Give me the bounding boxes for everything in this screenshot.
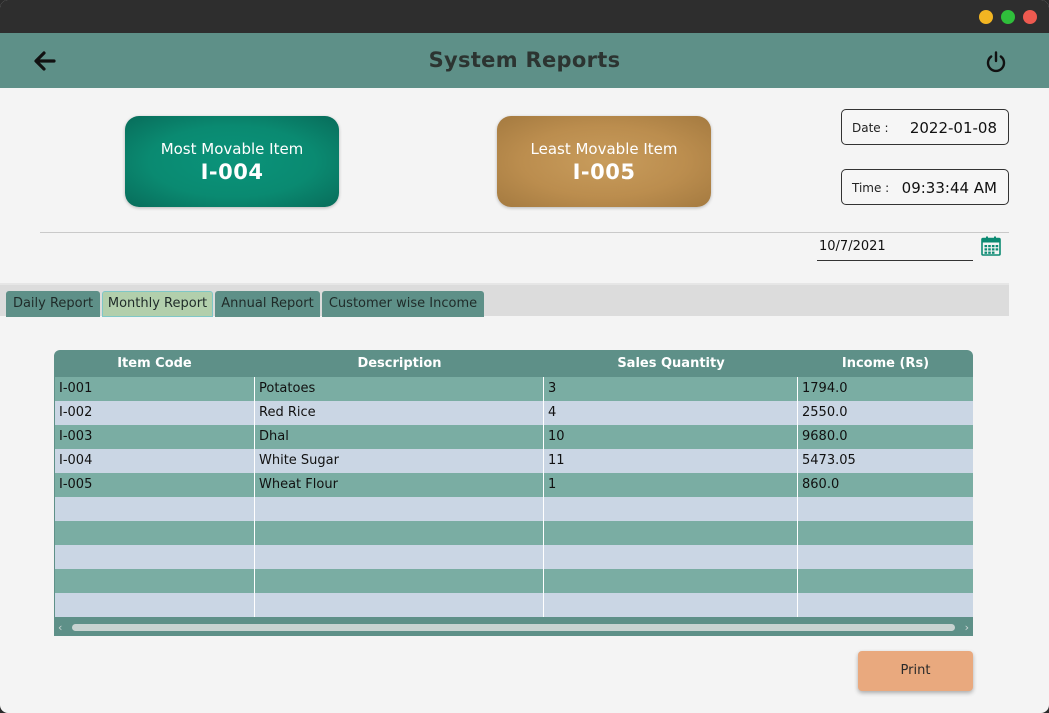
close-button[interactable] bbox=[1023, 10, 1037, 24]
most-movable-label: Most Movable Item bbox=[160, 140, 304, 158]
table-cell: I-004 bbox=[55, 449, 255, 473]
print-button[interactable]: Print bbox=[858, 651, 973, 691]
time-value: 09:33:44 AM bbox=[901, 179, 997, 197]
table-cell bbox=[255, 521, 544, 545]
table-cell bbox=[798, 521, 973, 545]
date-label: Date : bbox=[852, 121, 889, 135]
table-row[interactable] bbox=[55, 569, 973, 593]
table-cell bbox=[55, 497, 255, 521]
table-cell: Red Rice bbox=[255, 401, 544, 425]
least-movable-card: Least Movable Item I-005 bbox=[497, 116, 711, 207]
minimize-button[interactable] bbox=[979, 10, 993, 24]
column-header-description[interactable]: Description bbox=[255, 350, 544, 376]
date-value: 2022-01-08 bbox=[909, 119, 997, 137]
table-row[interactable]: I-004 White Sugar 11 5473.05 bbox=[55, 449, 973, 473]
app-window: System Reports Most Movable Item I-004 L… bbox=[0, 0, 1049, 713]
title-bar bbox=[0, 0, 1049, 33]
tab-monthly-report[interactable]: Monthly Report bbox=[102, 291, 213, 317]
table-cell bbox=[544, 497, 798, 521]
table-row[interactable] bbox=[55, 593, 973, 617]
page-title: System Reports bbox=[428, 48, 621, 72]
table-cell: 5473.05 bbox=[802, 453, 856, 468]
table-cell bbox=[798, 545, 973, 569]
column-header-item-code[interactable]: Item Code bbox=[54, 350, 255, 376]
table-cell: Potatoes bbox=[255, 377, 544, 401]
most-movable-value: I-004 bbox=[200, 160, 264, 184]
table-cell bbox=[544, 545, 798, 569]
date-box: Date : 2022-01-08 bbox=[841, 109, 1009, 145]
header-bar: System Reports bbox=[0, 33, 1049, 88]
table-cell bbox=[544, 521, 798, 545]
column-header-income[interactable]: Income (Rs) bbox=[798, 350, 973, 376]
table-cell: I-005 bbox=[55, 473, 255, 497]
report-table: Item Code Description Sales Quantity Inc… bbox=[54, 350, 973, 636]
table-row[interactable] bbox=[55, 545, 973, 569]
table-cell bbox=[544, 593, 798, 617]
table-cell: I-001 bbox=[55, 377, 255, 401]
table-cell: Dhal bbox=[255, 425, 544, 449]
tab-customer-wise-income[interactable]: Customer wise Income bbox=[322, 291, 484, 317]
table-cell bbox=[255, 569, 544, 593]
least-movable-label: Least Movable Item bbox=[530, 140, 678, 158]
table-cell bbox=[55, 569, 255, 593]
table-row[interactable] bbox=[55, 497, 973, 521]
scroll-right-icon[interactable]: › bbox=[965, 621, 969, 634]
scrollbar-thumb[interactable] bbox=[72, 624, 955, 631]
horizontal-scrollbar[interactable]: ‹ › bbox=[54, 619, 973, 636]
table-cell: Wheat Flour bbox=[255, 473, 544, 497]
table-row[interactable]: I-002 Red Rice 4 2550.0 bbox=[55, 401, 973, 425]
least-movable-value: I-005 bbox=[572, 160, 636, 184]
table-cell bbox=[255, 593, 544, 617]
table-cell bbox=[255, 497, 544, 521]
table-cell: 4 bbox=[544, 401, 798, 425]
calendar-icon bbox=[981, 236, 1001, 256]
column-header-sales-quantity[interactable]: Sales Quantity bbox=[544, 350, 798, 376]
table-cell bbox=[798, 569, 973, 593]
scroll-left-icon[interactable]: ‹ bbox=[58, 621, 62, 634]
table-header: Item Code Description Sales Quantity Inc… bbox=[54, 350, 973, 376]
date-picker-button[interactable] bbox=[981, 236, 1001, 256]
table-cell: 2550.0 bbox=[802, 405, 848, 420]
table-cell: 9680.0 bbox=[802, 429, 848, 444]
power-icon bbox=[986, 51, 1006, 73]
table-cell: 3 bbox=[544, 377, 798, 401]
table-cell bbox=[798, 593, 973, 617]
table-row[interactable] bbox=[55, 521, 973, 545]
table-cell: I-003 bbox=[55, 425, 255, 449]
logout-button[interactable] bbox=[984, 50, 1008, 74]
table-cell bbox=[55, 545, 255, 569]
table-row[interactable]: I-003 Dhal 10 9680.0 bbox=[55, 425, 973, 449]
table-cell: 11 bbox=[544, 449, 798, 473]
table-body: I-001 Potatoes 3 1794.0 I-002 Red Rice 4 2550.0… bbox=[55, 377, 973, 617]
table-cell: 10 bbox=[544, 425, 798, 449]
report-tabs: Daily Report Monthly Report Annual Repor… bbox=[0, 283, 1009, 317]
divider bbox=[40, 232, 1009, 233]
tab-daily-report[interactable]: Daily Report bbox=[6, 291, 100, 317]
table-cell bbox=[55, 593, 255, 617]
table-cell bbox=[55, 521, 255, 545]
time-box: Time : 09:33:44 AM bbox=[841, 169, 1009, 205]
table-cell: 1 bbox=[544, 473, 798, 497]
table-cell: I-002 bbox=[55, 401, 255, 425]
maximize-button[interactable] bbox=[1001, 10, 1015, 24]
table-cell: 1794.0 bbox=[802, 381, 848, 396]
table-cell bbox=[544, 569, 798, 593]
table-cell: White Sugar bbox=[255, 449, 544, 473]
table-cell bbox=[798, 497, 973, 521]
table-row[interactable]: I-001 Potatoes 3 1794.0 bbox=[55, 377, 973, 401]
table-cell: 860.0 bbox=[802, 477, 840, 492]
tab-annual-report[interactable]: Annual Report bbox=[215, 291, 320, 317]
table-cell bbox=[255, 545, 544, 569]
time-label: Time : bbox=[852, 181, 890, 195]
table-row[interactable]: I-005 Wheat Flour 1 860.0 bbox=[55, 473, 973, 497]
date-picker-input[interactable]: 10/7/2021 bbox=[817, 234, 973, 261]
most-movable-card: Most Movable Item I-004 bbox=[125, 116, 339, 207]
